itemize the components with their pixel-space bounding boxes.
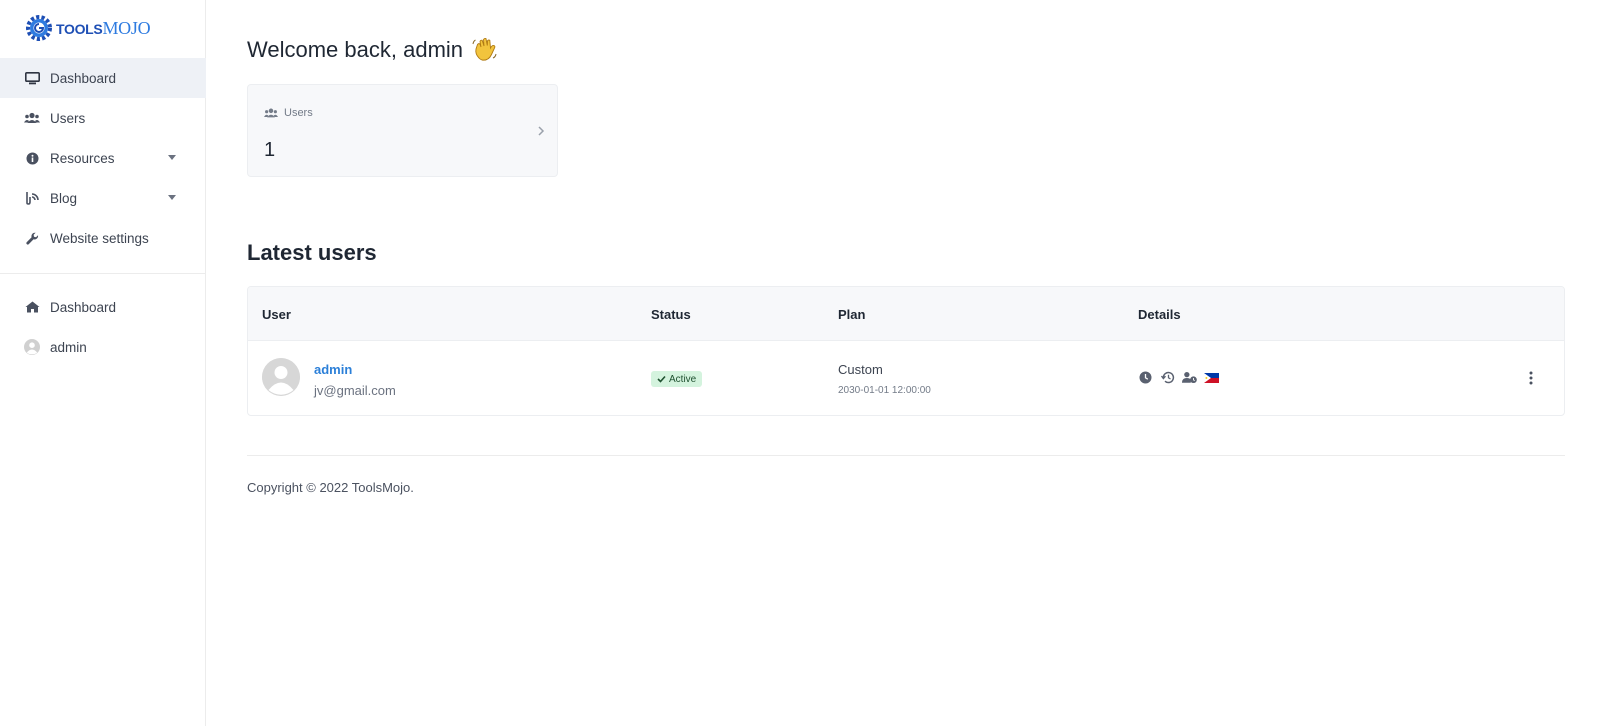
page-title: Welcome back, admin <box>247 36 499 64</box>
wrench-icon <box>24 230 40 246</box>
gear-logo-icon <box>26 15 52 41</box>
users-stat-card[interactable]: Users 1 <box>247 84 558 177</box>
brand-part1: TOOLS <box>56 20 103 37</box>
column-header-plan: Plan <box>838 307 866 322</box>
blog-icon <box>24 190 40 206</box>
details-icons <box>1138 370 1219 385</box>
sidebar-item-label: admin <box>50 339 87 355</box>
philippines-flag-icon <box>1204 370 1219 385</box>
sidebar-item-dashboard[interactable]: Dashboard <box>0 58 206 98</box>
user-email: jv@gmail.com <box>314 383 396 398</box>
plan-name: Custom <box>838 362 883 377</box>
avatar-icon <box>24 339 40 355</box>
brand-name: TOOLSMOJO <box>56 17 151 39</box>
more-options-icon[interactable] <box>1528 370 1534 386</box>
welcome-text: Welcome back, admin <box>247 37 464 62</box>
column-header-user: User <box>262 307 291 322</box>
brand-logo[interactable]: TOOLSMOJO <box>24 12 151 44</box>
check-icon <box>657 375 666 383</box>
column-header-status: Status <box>651 307 691 322</box>
sidebar-item-resources[interactable]: Resources <box>0 138 206 178</box>
plan-expiry: 2030-01-01 12:00:00 <box>838 385 931 396</box>
stat-label-text: Users <box>284 107 313 119</box>
info-circle-icon <box>24 150 40 166</box>
latest-users-title: Latest users <box>247 240 377 265</box>
sidebar-divider <box>0 273 206 274</box>
sidebar-item-blog[interactable]: Blog <box>0 178 206 218</box>
sidebar-item-label: Blog <box>50 190 78 206</box>
clock-icon[interactable] <box>1138 370 1153 385</box>
brand-part2: MOJO <box>102 17 151 38</box>
latest-users-table: User Status Plan Details admin jv@gmail.… <box>247 286 1565 416</box>
footer-divider <box>247 455 1565 456</box>
sidebar-item-website-settings[interactable]: Website settings <box>0 218 206 258</box>
secondary-nav: Dashboard admin <box>0 287 206 367</box>
users-icon <box>24 110 40 126</box>
sidebar-item-account[interactable]: admin <box>0 327 206 367</box>
chevron-down-icon <box>168 195 176 200</box>
user-avatar <box>262 358 300 396</box>
waving-hand-icon <box>472 37 497 61</box>
sidebar-item-label: Dashboard <box>50 299 117 315</box>
sidebar-item-label: Dashboard <box>50 70 117 86</box>
sidebar-item-home-dashboard[interactable]: Dashboard <box>0 287 206 327</box>
sidebar-item-label: Users <box>50 110 86 126</box>
sidebar-item-users[interactable]: Users <box>0 98 206 138</box>
table-row: admin jv@gmail.com Active Custom 2030-01… <box>248 341 1564 415</box>
table-header: User Status Plan Details <box>248 287 1564 341</box>
users-icon <box>264 108 278 118</box>
avatar-icon <box>262 358 300 396</box>
column-header-details: Details <box>1138 307 1181 322</box>
monitor-icon <box>24 70 40 86</box>
sidebar-item-label: Website settings <box>50 230 149 246</box>
history-icon[interactable] <box>1160 370 1175 385</box>
sidebar-item-label: Resources <box>50 150 115 166</box>
status-text: Active <box>669 373 697 385</box>
stat-label: Users <box>264 107 313 119</box>
chevron-down-icon <box>168 155 176 160</box>
footer-copyright: Copyright © 2022 ToolsMojo. <box>247 480 414 495</box>
user-name-link[interactable]: admin <box>314 362 352 377</box>
stat-value: 1 <box>264 139 276 161</box>
status-badge: Active <box>651 371 703 387</box>
primary-nav: Dashboard Users Resources Blog Website s… <box>0 58 206 258</box>
home-icon <box>24 299 40 315</box>
chevron-right-icon <box>538 126 545 136</box>
user-clock-icon[interactable] <box>1182 370 1197 385</box>
sidebar: TOOLSMOJO Dashboard Users Resources Blog… <box>0 0 206 726</box>
